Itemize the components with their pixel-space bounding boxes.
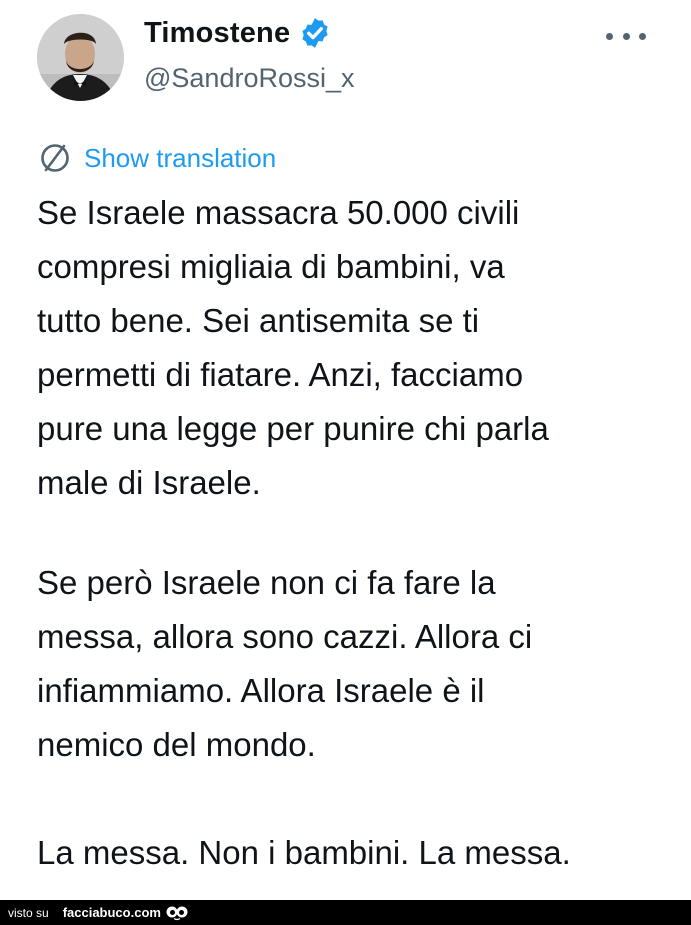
tweet-paragraph-1: Se Israele massacra 50.000 civili compre… [37,194,549,501]
footer-visto-su: visto su [8,905,49,920]
more-dot [606,32,613,40]
avatar[interactable] [37,14,124,101]
tweet-paragraph-3: La messa. Non i bambini. La messa. [37,834,571,871]
author-handle[interactable]: @SandroRossi_x [144,63,355,94]
show-translation-label[interactable]: Show translation [84,143,276,174]
show-translation-button[interactable]: Show translation [37,140,276,176]
tweet-card: Timostene @SandroRossi_x Show translatio… [0,0,691,900]
verified-badge-icon [302,18,328,48]
more-options-icon[interactable] [606,22,646,50]
author-name-row[interactable]: Timostene [144,16,332,50]
facciabuco-logo-icon [166,906,188,920]
footer-site-name: facciabuco.com [62,905,161,920]
tweet-paragraph-2: Se però Israele non ci fa fare la messa,… [37,564,533,763]
display-name[interactable]: Timostene [144,17,290,50]
avatar-portrait-icon [37,14,124,101]
watermark-footer: visto su facciabuco.com [0,900,691,925]
more-dot [639,32,646,40]
globe-icon [41,144,69,172]
more-dot [622,32,630,40]
